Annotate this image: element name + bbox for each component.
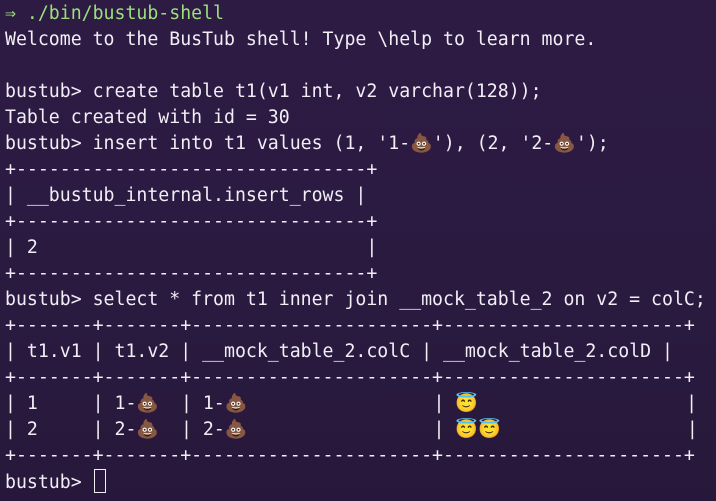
select-command: select * from t1 inner join __mock_table… xyxy=(92,289,706,310)
insert-table-border: +--------------------------------+ xyxy=(5,159,378,180)
shell-launch-line: ⇒ ./bin/bustub-shell xyxy=(5,1,224,27)
select-table-border: +-------+-------+----------------------+… xyxy=(5,315,695,336)
insert-command-line: bustub> insert into t1 values (1, '1-💩')… xyxy=(5,131,609,157)
insert-table-header: | __bustub_internal.insert_rows | xyxy=(5,185,367,206)
launch-command: ./bin/bustub-shell xyxy=(26,3,225,24)
select-table-header: | t1.v1 | t1.v2 | __mock_table_2.colC | … xyxy=(5,341,673,362)
prompt: bustub> xyxy=(5,289,93,310)
select-command-line: bustub> select * from t1 inner join __mo… xyxy=(5,287,706,313)
welcome-message: Welcome to the BusTub shell! Type \help … xyxy=(5,29,597,50)
active-prompt-line[interactable]: bustub> xyxy=(5,469,106,495)
text-cursor[interactable] xyxy=(93,469,106,493)
select-table-border: +-------+-------+----------------------+… xyxy=(5,367,695,388)
insert-command: insert into t1 values (1, '1-💩'), (2, '2… xyxy=(92,133,609,154)
insert-table-border: +--------------------------------+ xyxy=(5,263,378,284)
insert-table-border: +--------------------------------+ xyxy=(5,211,378,232)
create-command: create table t1(v1 int, v2 varchar(128))… xyxy=(92,81,542,102)
prompt: bustub> xyxy=(5,133,93,154)
create-command-line: bustub> create table t1(v1 int, v2 varch… xyxy=(5,79,542,105)
select-table-row: | 2 | 2-💩 | 2-💩 | 😇😇 | xyxy=(5,419,698,440)
select-table-row: | 1 | 1-💩 | 1-💩 | 😇 | xyxy=(5,393,698,414)
select-table-border: +-------+-------+----------------------+… xyxy=(5,445,695,466)
prompt: bustub> xyxy=(5,81,93,102)
insert-table-row: | 2 | xyxy=(5,237,378,258)
arrow-icon: ⇒ xyxy=(5,3,16,24)
create-response: Table created with id = 30 xyxy=(5,107,290,128)
terminal-window[interactable]: ⇒ ./bin/bustub-shell Welcome to the BusT… xyxy=(5,0,716,501)
prompt: bustub> xyxy=(5,472,93,493)
